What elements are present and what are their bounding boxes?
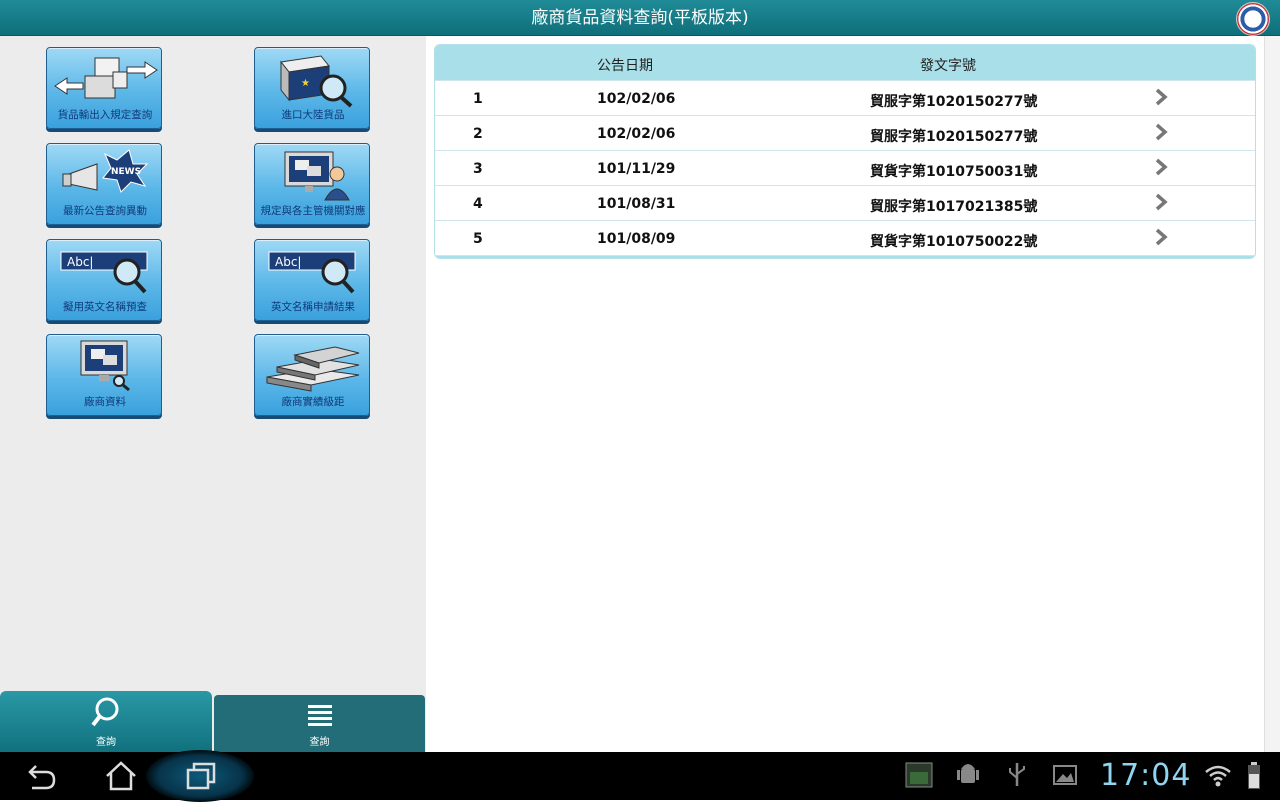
monitor-search-icon [80,340,130,392]
table-row[interactable]: 1 102/02/06 貿服字第1020150277號 [435,80,1255,115]
tab-list[interactable]: 查詢 [214,695,425,752]
row-number: 2 [473,126,483,142]
svg-text:NEWS: NEWS [111,167,141,177]
android-debug-icon[interactable] [956,760,980,790]
row-doc-number: 貿服字第1020150277號 [870,94,1038,110]
table-header: 公告日期 發文字號 [435,45,1255,80]
tile-label: 進口大陸貨品 [281,109,345,121]
table-row[interactable]: 4 101/08/31 貿服字第1017021385號 [435,185,1255,220]
status-clock: 17:04 [1100,758,1192,793]
tile-import-export-rules[interactable]: 貨品輸出入規定查詢 [46,47,162,129]
app-title-bar: 廠商貨品資料查詢(平板版本) [0,0,1280,36]
recent-apps-icon[interactable] [184,760,220,792]
header-doc-number: 發文字號 [920,58,976,74]
row-date: 101/08/31 [597,196,676,212]
table-row[interactable]: 5 101/08/09 貿貨字第1010750022號 [435,220,1255,255]
search-icon [91,697,119,727]
table-footer [435,255,1255,258]
tile-company-data[interactable]: 廠商資料 [46,334,162,416]
tile-label: 英文名稱申請結果 [271,301,355,313]
stacked-books-icon [266,346,360,392]
china-box-search-icon: ★ [280,55,353,108]
tab-list-label: 查詢 [309,737,330,748]
chevron-right-icon[interactable] [1153,157,1171,177]
tile-english-name-precheck[interactable]: Abc| 擬用英文名稱預查 [46,239,162,321]
image-notification-icon[interactable] [1052,760,1078,790]
tile-label: 最新公告查詢異動 [63,205,147,217]
chevron-right-icon[interactable] [1153,192,1171,212]
row-number: 3 [473,161,483,177]
row-doc-number: 貿貨字第1010750022號 [870,234,1038,250]
header-date: 公告日期 [597,58,653,74]
globe-logo-icon [1236,2,1270,36]
chevron-right-icon[interactable] [1153,122,1171,142]
vertical-scrollbar[interactable] [1264,36,1280,752]
news-megaphone-icon: NEWS [62,149,149,193]
tile-label: 規定與各主管機關對應 [260,205,366,217]
chevron-right-icon[interactable] [1153,87,1171,107]
monitor-person-icon [284,151,350,201]
tile-english-name-results[interactable]: Abc| 英文名稱申請結果 [254,239,370,321]
row-date: 102/02/06 [597,91,676,107]
tile-label: 擬用英文名稱預查 [63,301,147,313]
home-icon[interactable] [103,760,139,792]
screenshot-notification-icon[interactable] [904,760,934,790]
row-date: 101/08/09 [597,231,676,247]
svg-text:Abc|: Abc| [67,255,93,269]
tile-company-performance[interactable]: 廠商實績級距 [254,334,370,416]
row-doc-number: 貿服字第1017021385號 [870,199,1038,215]
tile-latest-announcements[interactable]: NEWS 最新公告查詢異動 [46,143,162,225]
row-date: 102/02/06 [597,126,676,142]
tile-label: 廠商資料 [84,396,126,408]
tile-label: 廠商實績級距 [281,396,345,408]
left-menu-panel: 貨品輸出入規定查詢 ★ 進口大陸貨品 NEWS 最新公告查詢異動 規定與各主管機… [0,36,426,752]
tile-mainland-imports[interactable]: ★ 進口大陸貨品 [254,47,370,129]
announcement-table: 公告日期 發文字號 1 102/02/06 貿服字第1020150277號 2 … [434,44,1256,259]
tab-search[interactable]: 查詢 [0,691,212,752]
chevron-right-icon[interactable] [1153,227,1171,247]
tab-search-label: 查詢 [96,737,116,748]
tile-label: 貨品輸出入規定查詢 [57,109,153,121]
boxes-arrows-icon [54,57,158,99]
app-title: 廠商貨品資料查詢(平板版本) [531,8,749,28]
system-navigation-bar: 17:04 [0,750,1280,802]
table-row[interactable]: 3 101/11/29 貿貨字第1010750031號 [435,150,1255,185]
row-number: 1 [473,91,483,107]
tile-rules-authorities[interactable]: 規定與各主管機關對應 [254,143,370,225]
row-number: 4 [473,196,483,212]
back-icon[interactable] [22,760,58,792]
row-date: 101/11/29 [597,161,676,177]
table-row[interactable]: 2 102/02/06 貿服字第1020150277號 [435,115,1255,150]
battery-icon [1248,762,1260,789]
wifi-icon [1205,765,1231,787]
row-doc-number: 貿服字第1020150277號 [870,129,1038,145]
abc-search-icon: Abc| [60,251,148,294]
list-icon [307,705,332,726]
abc-search-icon: Abc| [268,251,356,294]
row-doc-number: 貿貨字第1010750031號 [870,164,1038,180]
svg-text:Abc|: Abc| [275,255,301,269]
row-number: 5 [473,231,483,247]
usb-icon[interactable] [1006,760,1028,790]
svg-text:★: ★ [301,78,310,89]
